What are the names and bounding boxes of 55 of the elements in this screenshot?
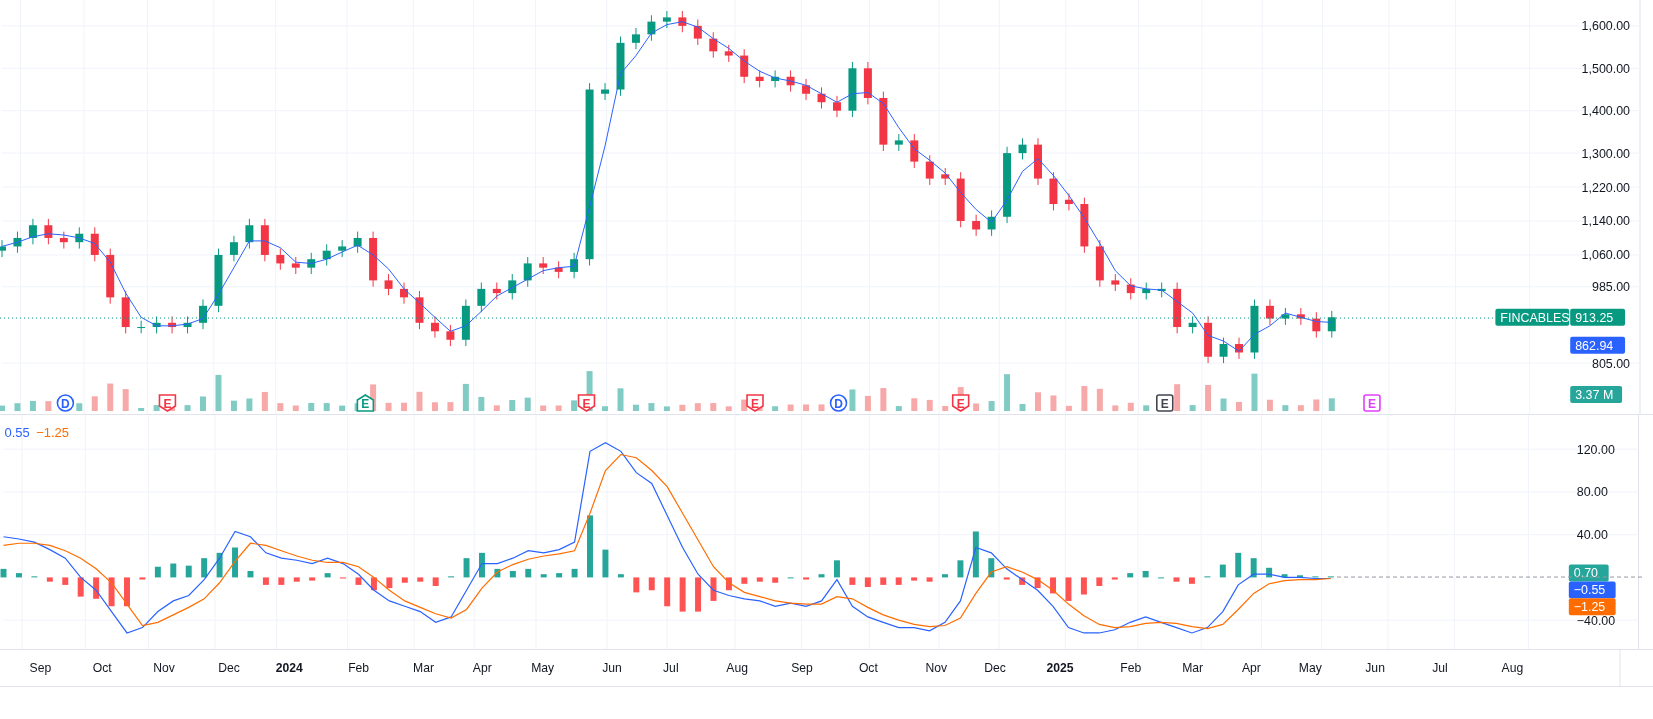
time-axis-label: Apr [472, 661, 492, 676]
earnings-marker[interactable]: E [1363, 394, 1381, 412]
histogram-value-label: 0.70 [1568, 564, 1609, 582]
last-price-label: 913.25 [1570, 308, 1626, 326]
price-axis-label: 805.00 [1591, 356, 1631, 371]
price-axis-label: 1,600.00 [1581, 19, 1631, 34]
signal-value-label: −1.25 [1568, 598, 1616, 616]
time-axis-label: Jul [1432, 661, 1448, 676]
earnings-marker[interactable]: E [746, 394, 764, 412]
time-axis-label: Jun [1365, 661, 1385, 676]
volume-label: 3.37 M [1570, 386, 1623, 404]
price-axis-label: 1,060.00 [1581, 248, 1631, 263]
time-axis-label: Dec [218, 661, 240, 676]
time-axis-label: Sep [791, 661, 813, 676]
time-axis-label: May [1298, 661, 1322, 676]
dividend-marker[interactable]: D [829, 394, 848, 412]
time-axis-label: Sep [29, 661, 52, 676]
time-axis-label: Mar [413, 661, 434, 676]
macd-value-label: −0.55 [1568, 581, 1616, 599]
price-axis-label: 1,140.00 [1581, 214, 1631, 229]
time-axis-label: Nov [925, 661, 948, 676]
time-axis-label: Feb [1120, 661, 1142, 676]
time-axis-label: Oct [92, 661, 112, 676]
symbol-label: FINCABLES [1495, 308, 1570, 326]
time-axis-label: Feb [348, 661, 370, 676]
time-axis-label: 2024 [275, 661, 303, 676]
time-axis-label: Jun [602, 661, 622, 676]
time-axis-label: Dec [984, 661, 1006, 676]
time-axis-label: Nov [153, 661, 175, 676]
macd-axis-label: 40.00 [1576, 528, 1608, 543]
legend-value: 0.55 [4, 424, 30, 440]
price-axis-label: 985.00 [1591, 280, 1631, 295]
macd-axis-label: −40.00 [1576, 613, 1616, 628]
macd-axis-label: 120.00 [1576, 442, 1615, 457]
macd-axis-label: 80.00 [1576, 485, 1608, 500]
legend-value: −1.25 [36, 424, 69, 440]
earnings-marker[interactable]: E [951, 394, 970, 412]
time-axis-label: May [531, 661, 555, 676]
earnings-marker[interactable]: E [356, 394, 375, 412]
price-axis-label: 1,300.00 [1581, 146, 1631, 161]
earnings-marker[interactable]: E [158, 394, 177, 412]
moving-average-label: 862.94 [1570, 336, 1626, 354]
time-axis-label: Oct [858, 661, 878, 676]
dividend-marker[interactable]: D [56, 394, 75, 412]
earnings-marker[interactable]: E [1156, 394, 1174, 412]
time-axis-label: Mar [1182, 661, 1204, 676]
time-axis-label: Aug [726, 661, 748, 676]
time-axis-label: Jul [663, 661, 679, 676]
time-axis-label: 2025 [1046, 661, 1074, 676]
price-axis-label: 1,220.00 [1581, 180, 1631, 195]
price-axis-label: 1,400.00 [1581, 104, 1631, 119]
time-axis-label: Apr [1242, 661, 1261, 676]
earnings-marker[interactable]: E [577, 394, 596, 412]
time-axis-label: Aug [1501, 661, 1524, 676]
price-axis-label: 1,500.00 [1581, 61, 1631, 76]
